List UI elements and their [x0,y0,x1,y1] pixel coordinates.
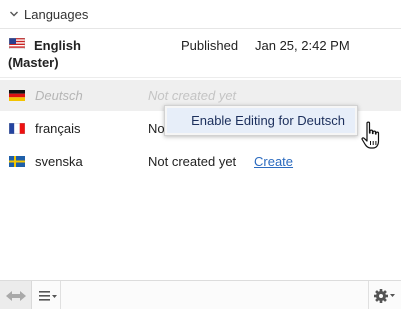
language-name: svenska [35,154,83,169]
languages-panel: Languages English (Master) Published Jan… [0,0,401,309]
chevron-down-icon[interactable] [9,9,19,19]
language-row-svenska[interactable]: svenska Not created yet Create [0,146,401,177]
language-name: français [35,121,81,136]
gear-icon [374,288,395,303]
language-status: Not created yet [148,88,237,103]
swap-arrows-icon [5,290,26,301]
hand-pointer-cursor-icon [361,121,380,149]
create-link[interactable]: Create [254,154,293,169]
language-name: English (Master) [8,37,81,71]
footer-toolbar [0,280,401,309]
section-title: Languages [24,6,89,22]
language-name: Deutsch [35,88,83,103]
de-flag-icon [9,90,25,101]
enable-editing-menu-item[interactable]: Enable Editing for Deutsch [167,108,355,133]
language-status: Published [181,38,239,53]
language-name-line2: (Master) [8,55,59,70]
list-menu-icon [38,290,57,301]
fr-flag-icon [9,123,25,134]
language-name-line1: English [34,38,81,53]
settings-button[interactable] [368,281,401,309]
language-status: Not created yet [148,154,237,169]
language-row-english[interactable]: English (Master) Published Jan 25, 2:42 … [0,30,401,78]
languages-section-header[interactable]: Languages [0,0,401,29]
list-menu-button[interactable] [35,281,61,309]
context-menu: Enable Editing for Deutsch [164,105,358,136]
language-date: Jan 25, 2:42 PM [255,38,350,53]
swap-button[interactable] [0,281,31,309]
language-status: No [148,121,165,136]
se-flag-icon [9,156,25,167]
toolbar-divider [31,281,32,309]
